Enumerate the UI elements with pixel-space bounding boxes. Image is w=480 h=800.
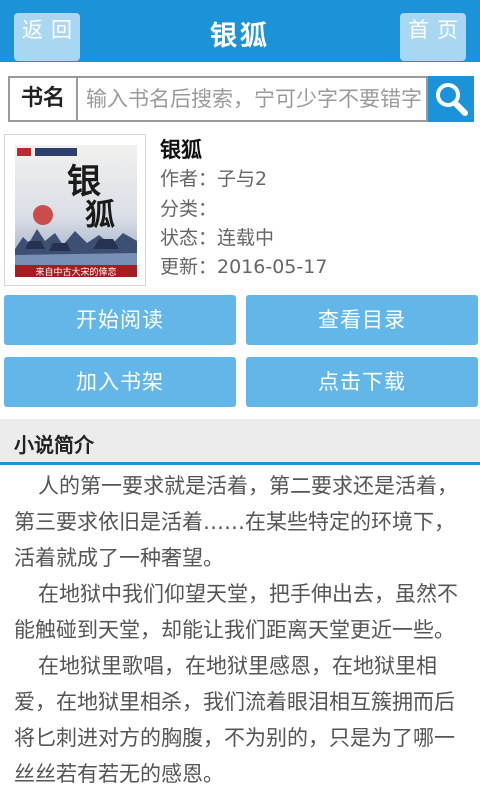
intro-paragraph: 在地狱中我们仰望天堂，把手伸出去，虽然不能触碰到天堂，却能让我们距离天堂更近一些…: [14, 582, 458, 642]
intro-section-header: 小说简介: [0, 419, 480, 465]
book-category: 分类：: [160, 198, 218, 220]
intro-section-title: 小说简介: [14, 433, 94, 457]
intro-text: 人的第一要求就是活着，第二要求还是活着，第三要求依旧是活着……在某些特定的环境下…: [14, 468, 470, 800]
cover-title-char-2: 狐: [85, 198, 115, 233]
start-reading-button[interactable]: 开始阅读: [4, 295, 236, 345]
book-info: 银 狐 来自中古大宋的倖恋 银狐 作者：子与2 分类： 状态：连载中 更新：20…: [0, 132, 480, 288]
search-type-label[interactable]: 书名: [8, 76, 76, 122]
view-toc-button[interactable]: 查看目录: [246, 295, 478, 345]
add-to-shelf-button[interactable]: 加入书架: [4, 357, 236, 407]
book-author: 作者：子与2: [160, 168, 268, 190]
home-button[interactable]: 首页: [400, 13, 466, 61]
search-bar: 书名: [8, 76, 474, 122]
search-button[interactable]: [428, 76, 474, 122]
book-updated: 更新：2016-05-17: [160, 256, 328, 278]
cover-title-char-1: 银: [67, 162, 101, 202]
book-cover-frame[interactable]: 银 狐 来自中古大宋的倖恋: [4, 134, 146, 286]
search-icon: [436, 83, 468, 116]
book-status: 状态：连载中: [160, 227, 275, 249]
intro-paragraph: 人的第一要求就是活着，第二要求还是活着，第三要求依旧是活着……在某些特定的环境下…: [14, 474, 458, 570]
top-bar: 返回 银狐 首页: [0, 0, 480, 62]
book-cover-image: 银 狐 来自中古大宋的倖恋: [15, 145, 137, 277]
search-input[interactable]: [76, 76, 428, 122]
intro-paragraph: 在地狱里歌唱，在地狱里感恩，在地狱里相爱，在地狱里相杀，我们流着眼泪相互簇拥而后…: [14, 654, 455, 786]
publisher-seal-icon: [17, 148, 31, 156]
cover-tagline: 来自中古大宋的倖恋: [35, 266, 116, 277]
download-button[interactable]: 点击下载: [246, 357, 478, 407]
book-title: 银狐: [160, 138, 202, 162]
